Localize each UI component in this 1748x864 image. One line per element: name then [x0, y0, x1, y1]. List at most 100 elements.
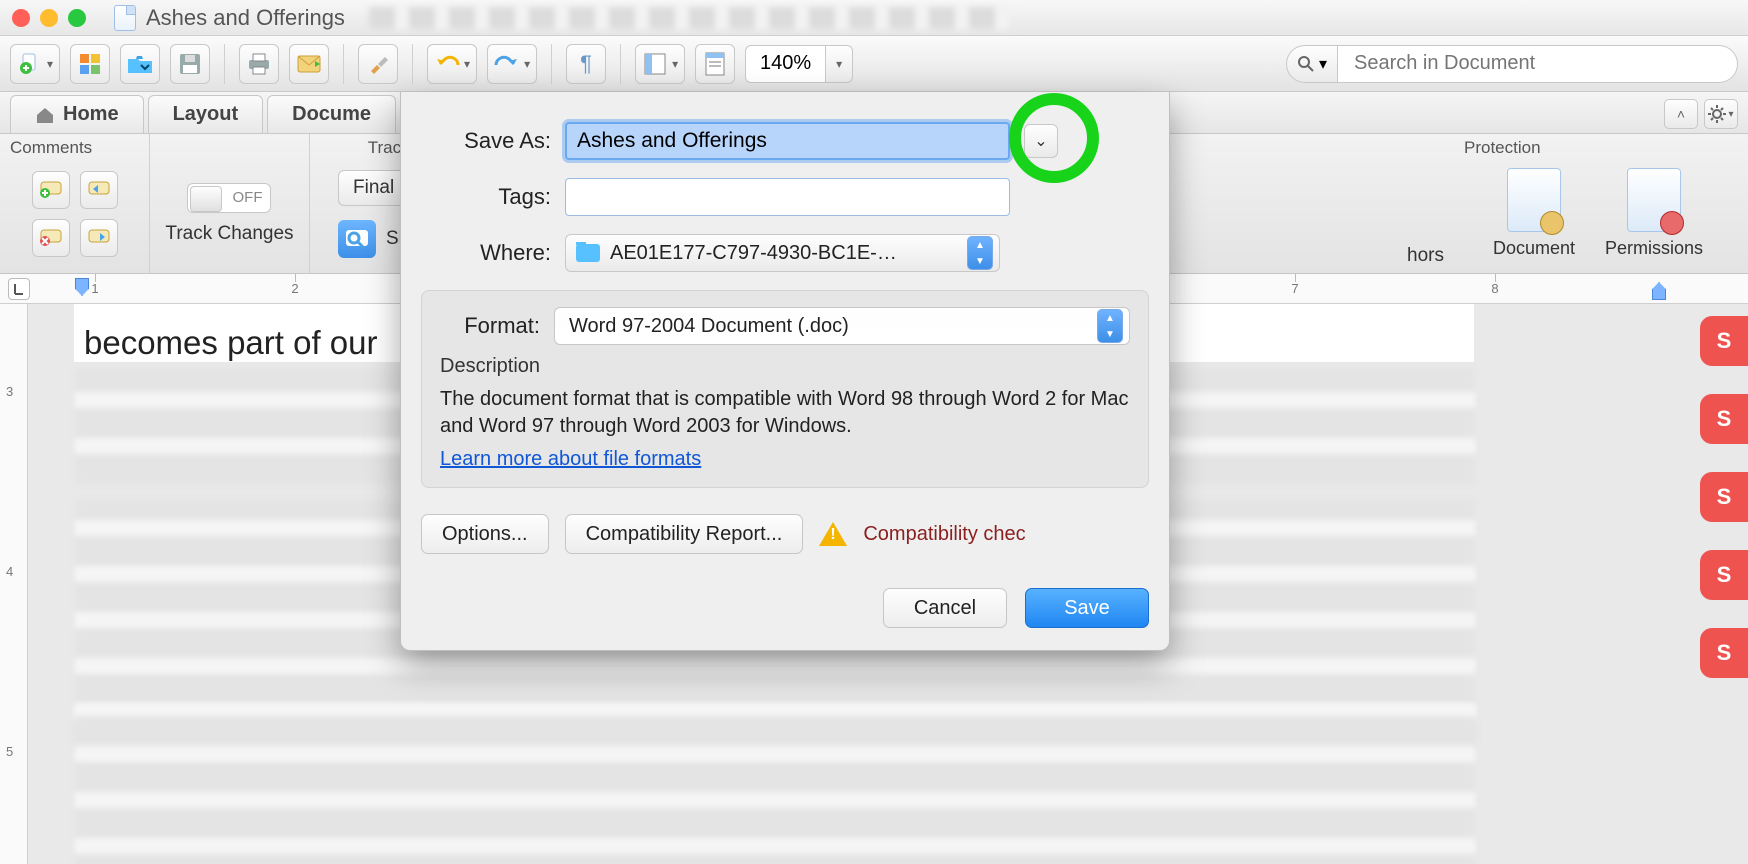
where-label: Where:	[421, 240, 551, 266]
save-as-dialog: Save As: ⌄ Tags: Where: AE01E177-C797-49…	[400, 92, 1170, 651]
redo-button[interactable]: ▾	[487, 44, 537, 84]
ruler-tick: 1	[80, 274, 110, 303]
gear-icon	[1708, 105, 1726, 123]
print-button[interactable]	[239, 44, 279, 84]
format-stepper[interactable]: ▲▼	[1097, 309, 1123, 343]
blurred-content	[75, 704, 1475, 864]
comment-tab[interactable]: S	[1700, 550, 1748, 600]
comment-add-icon	[40, 181, 62, 199]
comment-tab[interactable]: S	[1700, 316, 1748, 366]
comment-tab[interactable]: S	[1700, 394, 1748, 444]
delete-comment-button[interactable]	[32, 219, 70, 257]
printer-icon	[246, 51, 272, 77]
undo-button[interactable]: ▾	[427, 44, 477, 84]
track-changes-toggle[interactable]: OFF	[187, 183, 271, 213]
protect-document-button[interactable]: Document	[1493, 168, 1575, 259]
paragraph-marks-button[interactable]: ¶	[566, 44, 606, 84]
new-comment-button[interactable]	[32, 171, 70, 209]
window-controls	[12, 9, 86, 27]
comment-tab[interactable]: S	[1700, 472, 1748, 522]
sidebar-toggle-button[interactable]: ▾	[635, 44, 685, 84]
format-label: Format:	[440, 313, 540, 339]
protect-document-icon	[1507, 168, 1561, 232]
ruler-tick: 7	[1280, 274, 1310, 303]
chevron-up-icon: ˄	[1677, 106, 1685, 122]
show-markup-icon	[338, 220, 376, 258]
zoom-input[interactable]	[745, 45, 825, 83]
expand-save-dialog-button[interactable]: ⌄	[1024, 124, 1058, 158]
page-setup-button[interactable]	[695, 44, 735, 84]
right-clip-item[interactable]: hors	[1407, 245, 1444, 267]
chevron-down-icon: ⌄	[1034, 131, 1047, 151]
save-as-input[interactable]	[565, 122, 1010, 160]
zoom-control[interactable]: ▾	[745, 45, 853, 83]
vertical-ruler[interactable]: 3 4 5	[0, 304, 28, 864]
compatibility-report-button[interactable]: Compatibility Report...	[565, 514, 804, 554]
cancel-button[interactable]: Cancel	[883, 588, 1007, 628]
envelope-icon	[296, 51, 322, 77]
zoom-window-button[interactable]	[68, 9, 86, 27]
zoom-dropdown[interactable]: ▾	[825, 45, 853, 83]
comment-delete-icon	[40, 229, 62, 247]
save-as-label: Save As:	[421, 128, 551, 154]
document-icon	[114, 5, 136, 31]
page-icon	[702, 51, 728, 77]
format-value: Word 97-2004 Document (.doc)	[569, 315, 849, 338]
comment-tab[interactable]: S	[1700, 628, 1748, 678]
tab-document-elements[interactable]: Docume	[267, 95, 396, 133]
new-document-icon	[17, 51, 43, 77]
tab-stop-selector[interactable]	[8, 278, 30, 300]
format-dropdown[interactable]: Word 97-2004 Document (.doc) ▲▼	[554, 307, 1130, 345]
search-scope-button[interactable]: ▾	[1286, 45, 1338, 83]
group-protection-label: Protection	[1458, 136, 1738, 160]
learn-more-link[interactable]: Learn more about file formats	[440, 448, 701, 471]
tags-label: Tags:	[421, 184, 551, 210]
tab-home-label: Home	[63, 103, 119, 126]
tab-home[interactable]: Home	[10, 95, 144, 133]
previous-comment-button[interactable]	[80, 171, 118, 209]
undo-icon	[434, 51, 460, 77]
templates-button[interactable]	[70, 44, 110, 84]
new-document-button[interactable]: ▾	[10, 44, 60, 84]
open-folder-icon	[127, 51, 153, 77]
magnifier-icon	[1297, 55, 1315, 73]
format-painter-button[interactable]	[358, 44, 398, 84]
pilcrow-icon: ¶	[573, 51, 599, 77]
tags-input[interactable]	[565, 178, 1010, 216]
paintbrush-icon	[365, 51, 391, 77]
right-clip-label: hors	[1407, 245, 1444, 267]
grid-icon	[77, 51, 103, 77]
ribbon-settings-button[interactable]: ▾	[1704, 99, 1738, 129]
search-input[interactable]	[1338, 45, 1738, 83]
comment-prev-icon	[88, 181, 110, 199]
tab-layout[interactable]: Layout	[148, 95, 264, 133]
folder-icon	[576, 244, 600, 262]
save-confirm-button[interactable]: Save	[1025, 588, 1149, 628]
ruler-tick: 8	[1480, 274, 1510, 303]
group-right-clip: hors	[1397, 134, 1448, 273]
sidebar-panel-icon	[642, 51, 668, 77]
where-value: AE01E177-C797-4930-BC1E-…	[610, 242, 897, 265]
close-window-button[interactable]	[12, 9, 30, 27]
minimize-window-button[interactable]	[40, 9, 58, 27]
ribbon-collapse-button[interactable]: ˄	[1664, 99, 1698, 129]
open-button[interactable]	[120, 44, 160, 84]
titlebar: Ashes and Offerings	[0, 0, 1748, 36]
ruler-tick: 2	[280, 274, 310, 303]
right-indent-marker[interactable]	[1652, 282, 1666, 300]
where-stepper[interactable]: ▲▼	[967, 236, 993, 270]
title-extra-blur	[369, 7, 1009, 29]
permissions-button[interactable]: Permissions	[1605, 168, 1703, 259]
mail-button[interactable]	[289, 44, 329, 84]
home-icon	[35, 106, 55, 124]
group-protection: Protection Document Permissions	[1448, 134, 1748, 273]
description-label: Description	[440, 355, 1130, 378]
save-button[interactable]	[170, 44, 210, 84]
group-comments: Comments	[0, 134, 150, 273]
next-comment-button[interactable]	[80, 219, 118, 257]
comment-next-icon	[88, 229, 110, 247]
where-dropdown[interactable]: AE01E177-C797-4930-BC1E-… ▲▼	[565, 234, 1000, 272]
redo-icon	[494, 51, 520, 77]
warning-icon	[819, 522, 847, 546]
options-button[interactable]: Options...	[421, 514, 549, 554]
